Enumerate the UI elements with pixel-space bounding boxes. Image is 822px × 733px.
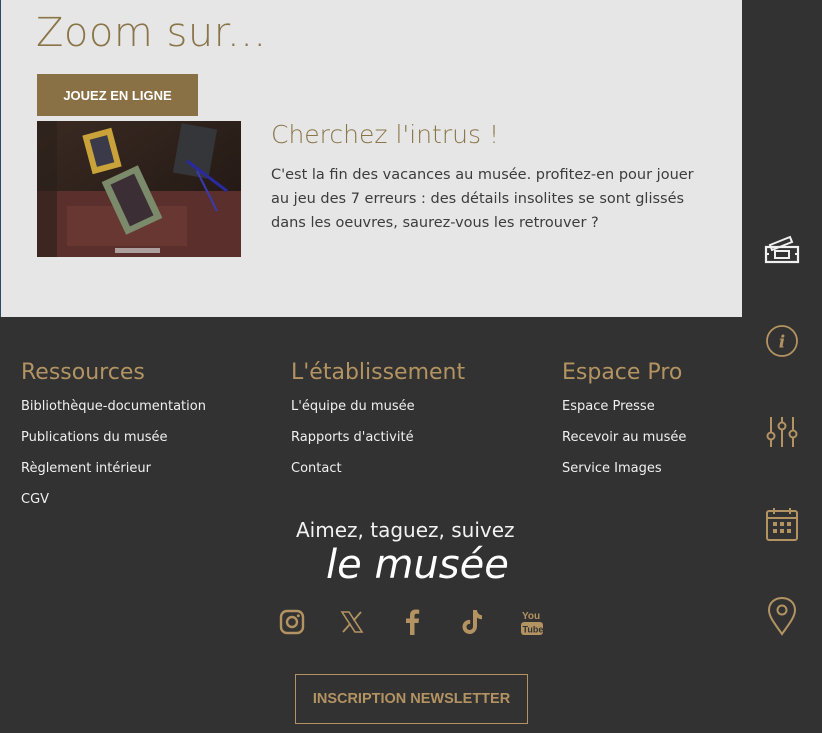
location-pin-icon[interactable] — [764, 596, 800, 636]
zoom-section: Zoom sur... JOUEZ EN LIGNE Cherchez l'in… — [0, 0, 742, 317]
article-title[interactable]: Cherchez l'intrus ! — [271, 120, 499, 149]
svg-text:i: i — [779, 333, 785, 353]
footer-column-etablissement: L'établissement L'équipe du musée Rappor… — [291, 360, 465, 492]
info-icon[interactable]: i — [764, 321, 800, 361]
social-icons: You Tube — [276, 606, 576, 638]
facebook-icon[interactable] — [396, 606, 428, 638]
footer-link[interactable]: Service Images — [562, 461, 662, 476]
ticket-icon[interactable] — [764, 229, 800, 269]
play-online-button[interactable]: JOUEZ EN LIGNE — [37, 74, 198, 116]
column-title: L'établissement — [291, 360, 466, 385]
right-sidebar: i — [742, 0, 822, 733]
footer-link[interactable]: Règlement intérieur — [21, 461, 151, 476]
youtube-icon[interactable]: You Tube — [516, 606, 548, 638]
settings-sliders-icon[interactable] — [764, 412, 800, 452]
zoom-title: Zoom sur... — [36, 10, 267, 56]
article-description: C'est la fin des vacances au musée. prof… — [271, 167, 694, 231]
svg-text:You: You — [522, 611, 540, 622]
footer-link[interactable]: Rapports d'activité — [291, 430, 414, 445]
footer-link[interactable]: Publications du musée — [21, 430, 168, 445]
column-title: Espace Pro — [562, 360, 683, 385]
footer-link[interactable]: Recevoir au musée — [562, 430, 686, 445]
calendar-icon[interactable] — [764, 504, 800, 544]
footer-link[interactable]: Espace Presse — [562, 399, 655, 414]
footer-link[interactable]: Contact — [291, 461, 342, 476]
svg-text:Tube: Tube — [523, 625, 544, 635]
footer-column-ressources: Ressources Bibliothèque-documentation Pu… — [21, 360, 206, 523]
footer-link[interactable]: L'équipe du musée — [291, 399, 415, 414]
x-icon[interactable] — [336, 606, 368, 638]
social-tagline: Aimez, taguez, suivez — [296, 518, 515, 542]
thumbnail-image — [37, 121, 241, 257]
column-title: Ressources — [21, 360, 145, 385]
footer-link[interactable]: Bibliothèque-documentation — [21, 399, 206, 414]
footer-column-espace-pro: Espace Pro Espace Presse Recevoir au mus… — [562, 360, 686, 492]
footer-link[interactable]: CGV — [21, 492, 49, 507]
newsletter-signup-button[interactable]: INSCRIPTION NEWSLETTER — [295, 674, 528, 724]
tiktok-icon[interactable] — [456, 606, 488, 638]
instagram-icon[interactable] — [276, 606, 308, 638]
social-museum-name: le musée — [326, 542, 509, 588]
article-thumbnail[interactable] — [37, 121, 241, 257]
